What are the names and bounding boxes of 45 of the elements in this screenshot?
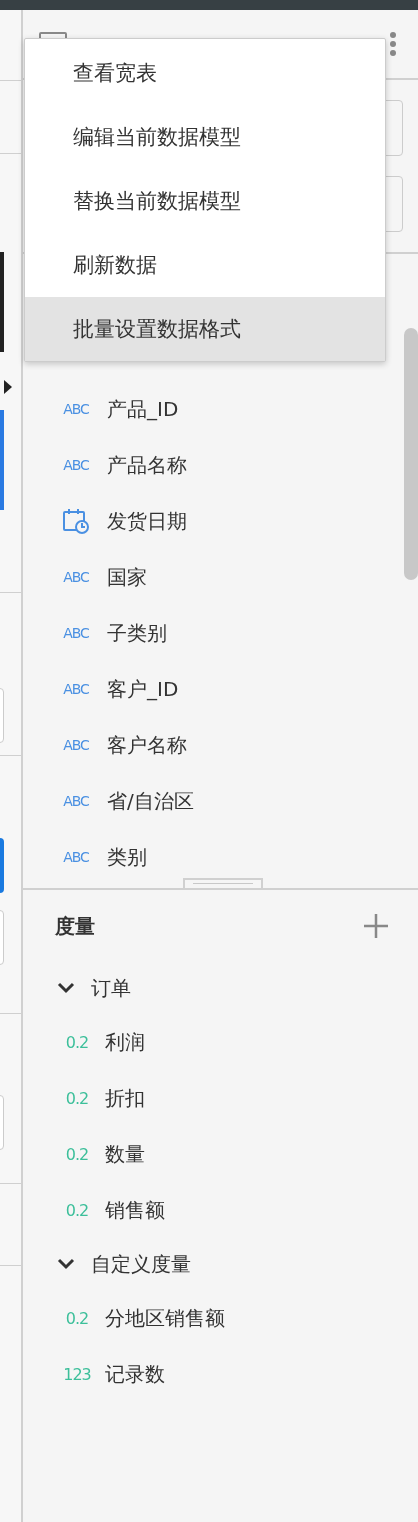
text-type-icon: ABC: [63, 569, 89, 585]
scrollbar[interactable]: [404, 328, 418, 580]
text-type-icon: ABC: [63, 681, 89, 697]
more-icon[interactable]: [390, 32, 396, 56]
dimension-field[interactable]: 产品名称: [107, 451, 187, 479]
group-label[interactable]: 订单: [91, 974, 131, 1002]
play-icon: [4, 380, 12, 394]
dimension-field[interactable]: 客户_ID: [107, 675, 179, 703]
menu-item[interactable]: 刷新数据: [25, 233, 385, 297]
calendar-icon: [63, 508, 89, 534]
dimension-field[interactable]: 发货日期: [107, 507, 187, 535]
number-type-icon: 0.2: [63, 1088, 91, 1108]
measure-field[interactable]: 记录数: [105, 1360, 165, 1388]
measure-field[interactable]: 销售额: [105, 1196, 165, 1224]
dimension-field[interactable]: 省/自治区: [107, 787, 194, 815]
resize-handle[interactable]: [183, 878, 263, 890]
section-title: 度量: [55, 912, 95, 940]
number-type-icon: 0.2: [63, 1308, 91, 1328]
dimension-field[interactable]: 子类别: [107, 619, 167, 647]
chevron-icon[interactable]: [57, 1258, 75, 1270]
dimension-field[interactable]: 国家: [107, 563, 147, 591]
add-icon[interactable]: [364, 914, 388, 938]
number-type-icon: 0.2: [63, 1144, 91, 1164]
measure-field[interactable]: 数量: [105, 1140, 145, 1168]
text-type-icon: ABC: [63, 457, 89, 473]
menu-item[interactable]: 编辑当前数据模型: [25, 105, 385, 169]
text-type-icon: ABC: [63, 737, 89, 753]
measure-field[interactable]: 分地区销售额: [105, 1304, 225, 1332]
dimension-field[interactable]: 类别: [107, 843, 147, 871]
text-type-icon: ABC: [63, 401, 89, 417]
menu-item[interactable]: 查看宽表: [25, 41, 385, 105]
text-type-icon: ABC: [63, 849, 89, 865]
text-type-icon: ABC: [63, 625, 89, 641]
number-type-icon: 123: [63, 1364, 91, 1384]
text-type-icon: ABC: [63, 793, 89, 809]
number-type-icon: 0.2: [63, 1032, 91, 1052]
dimension-field[interactable]: 客户名称: [107, 731, 187, 759]
number-type-icon: 0.2: [63, 1200, 91, 1220]
chevron-icon[interactable]: [57, 982, 75, 994]
group-label[interactable]: 自定义度量: [91, 1250, 191, 1278]
measure-field[interactable]: 折扣: [105, 1084, 145, 1112]
menu-item[interactable]: 批量设置数据格式: [25, 297, 385, 361]
measure-field[interactable]: 利润: [105, 1028, 145, 1056]
menu-item[interactable]: 替换当前数据模型: [25, 169, 385, 233]
dimension-field[interactable]: 产品_ID: [107, 395, 179, 423]
